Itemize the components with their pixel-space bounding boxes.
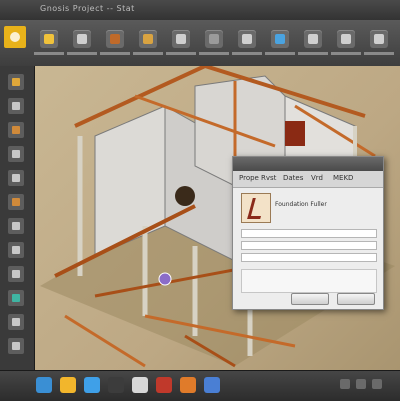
beam-icon[interactable] xyxy=(8,194,24,210)
wall-icon[interactable] xyxy=(8,170,24,186)
scale-icon[interactable] xyxy=(8,146,24,162)
ribbon-label xyxy=(364,52,394,55)
render-icon[interactable] xyxy=(271,30,289,48)
pdf-icon[interactable] xyxy=(156,377,172,393)
rotate-icon[interactable] xyxy=(8,122,24,138)
ribbon-label xyxy=(100,52,130,55)
title-bar: Gnosis Project -- Stat xyxy=(0,0,400,21)
media-icon[interactable] xyxy=(108,377,124,393)
layers-icon[interactable] xyxy=(304,30,322,48)
item-name: Foundation Fuller xyxy=(275,201,327,208)
move-icon[interactable] xyxy=(8,98,24,114)
property-field[interactable] xyxy=(241,241,377,250)
property-field[interactable] xyxy=(241,253,377,262)
dialog-tabs: Prope Rvst Dates Vrd MEKD xyxy=(233,171,383,188)
ribbon-label xyxy=(265,52,295,55)
ribbon-label xyxy=(232,52,262,55)
ribbon-label xyxy=(166,52,196,55)
ribbon-label xyxy=(331,52,361,55)
ribbon-label xyxy=(67,52,97,55)
ribbon-label xyxy=(34,52,64,55)
tools-icon[interactable] xyxy=(106,30,124,48)
tray-clock-icon[interactable] xyxy=(372,379,382,389)
cancel-button[interactable] xyxy=(337,293,375,305)
tab-rvst[interactable]: Rvst xyxy=(261,174,276,182)
start-icon[interactable] xyxy=(36,377,52,393)
tab-vrd[interactable]: Vrd xyxy=(311,174,323,182)
window-opening xyxy=(285,121,305,146)
folder-icon[interactable] xyxy=(139,30,157,48)
item-thumbnail xyxy=(241,193,271,223)
dialog-header[interactable] xyxy=(233,157,383,171)
properties-dialog[interactable]: Prope Rvst Dates Vrd MEKD Foundation Ful… xyxy=(232,156,384,310)
tab-prope[interactable]: Prope xyxy=(239,174,259,182)
image-icon[interactable] xyxy=(180,377,196,393)
column-icon[interactable] xyxy=(8,218,24,234)
window-opening xyxy=(175,186,195,206)
app-logo-icon[interactable] xyxy=(4,26,26,48)
home-icon[interactable] xyxy=(40,30,58,48)
section-icon[interactable] xyxy=(8,266,24,282)
ribbon-label xyxy=(199,52,229,55)
tray-volume-icon[interactable] xyxy=(356,379,366,389)
camera-icon[interactable] xyxy=(73,30,91,48)
camera-view-icon[interactable] xyxy=(8,338,24,354)
selection-marker xyxy=(158,272,172,286)
ribbon-label xyxy=(298,52,328,55)
explorer-icon[interactable] xyxy=(60,377,76,393)
select-icon[interactable] xyxy=(8,74,24,90)
ok-button[interactable] xyxy=(291,293,329,305)
description-area[interactable] xyxy=(241,269,377,293)
tray-network-icon[interactable] xyxy=(340,379,350,389)
property-field[interactable] xyxy=(241,229,377,238)
cad-icon[interactable] xyxy=(132,377,148,393)
tab-dates[interactable]: Dates xyxy=(283,174,303,182)
measure-icon[interactable] xyxy=(8,242,24,258)
settings-icon[interactable] xyxy=(337,30,355,48)
ribbon-label xyxy=(133,52,163,55)
window-title: Gnosis Project -- Stat xyxy=(40,4,135,13)
export-icon[interactable] xyxy=(370,30,388,48)
tab-mekd[interactable]: MEKD xyxy=(333,174,353,182)
light-icon[interactable] xyxy=(8,314,24,330)
browser-icon[interactable] xyxy=(84,377,100,393)
frame-icon[interactable] xyxy=(205,30,223,48)
grid-icon[interactable] xyxy=(238,30,256,48)
window-icon[interactable] xyxy=(172,30,190,48)
material-icon[interactable] xyxy=(8,290,24,306)
chat-icon[interactable] xyxy=(204,377,220,393)
